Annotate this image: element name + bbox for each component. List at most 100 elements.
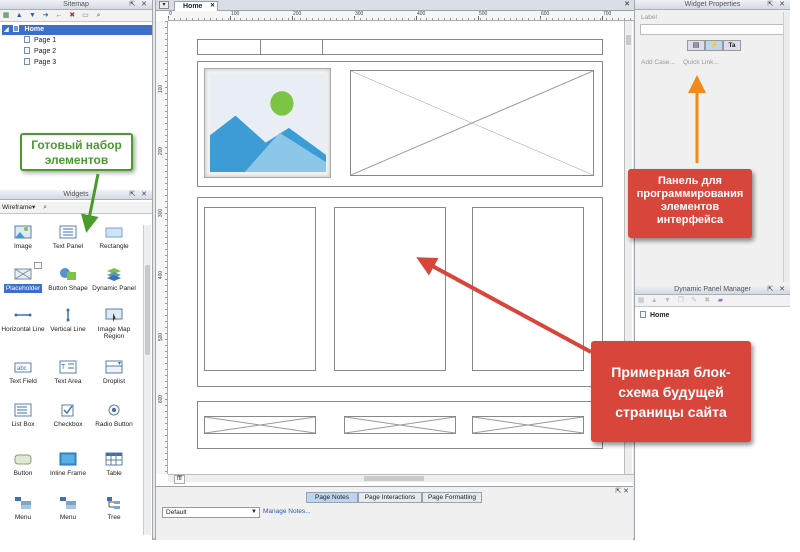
notes-dropdown[interactable]: Default ▼ [162, 507, 260, 518]
widget-menu[interactable]: Menu [45, 496, 91, 521]
vertical-line-icon [66, 308, 70, 322]
tab-menu-icon[interactable]: ▾ [159, 1, 169, 9]
table-icon [105, 452, 123, 466]
ruler-left: 100 200 300 400 500 600 [156, 21, 168, 474]
interactions-icon[interactable]: ▤ [687, 40, 705, 51]
label-input[interactable] [640, 24, 788, 35]
add-case-link[interactable]: Add Case... [641, 59, 675, 66]
widget-placeholder[interactable]: Placeholder [0, 267, 46, 293]
widget-rectangle[interactable]: Rectangle [91, 225, 137, 250]
scroll-label[interactable]: fff [174, 475, 185, 484]
widget-dynamic-panel[interactable]: Dynamic Panel [91, 267, 137, 292]
widget-library-dropdown[interactable]: Wireframe▾ [2, 204, 35, 211]
widget-tree[interactable]: Tree [91, 496, 137, 521]
label-caption: Label [641, 14, 657, 21]
move-down-icon[interactable]: ▼ [28, 12, 36, 20]
quick-link[interactable]: Quick Link... [683, 59, 719, 66]
widgets-title: Widgets [63, 191, 89, 198]
notes-dropdown-value: Default [166, 509, 187, 516]
search-icon[interactable]: ⌕ [95, 12, 103, 20]
tab-home-label: Home [183, 3, 203, 10]
content-column-1[interactable] [204, 207, 316, 371]
widget-properties-header: Widget Properties ⇱ ✕ [635, 0, 790, 10]
widget-text-panel[interactable]: Text Panel [45, 225, 91, 250]
sitemap-item-page-1[interactable]: Page 1 [24, 36, 56, 46]
delete-icon[interactable]: ✖ [703, 297, 711, 305]
scrollbar-thumb[interactable] [626, 35, 631, 45]
panel-controls-icon[interactable]: ⇱ ✕ [767, 285, 787, 295]
content-column-3[interactable] [472, 207, 584, 371]
image-placeholder[interactable] [204, 68, 331, 178]
panel-controls-icon[interactable]: ⇱ ✕ [129, 190, 149, 200]
sitemap-item-home[interactable]: ◢ Home [2, 25, 152, 35]
dynamic-panel-manager-header: Dynamic Panel Manager ⇱ ✕ [635, 285, 790, 295]
collapse-icon[interactable]: ◢ [4, 27, 9, 33]
widget-label: Image [13, 243, 33, 250]
move-up-icon[interactable]: ▲ [650, 297, 658, 305]
widgets-scrollbar[interactable] [143, 225, 151, 535]
widget-text-area[interactable]: T Text Area [45, 360, 91, 385]
tab-home[interactable]: Home ✕ [174, 1, 218, 11]
widget-radio-button[interactable]: Radio Button [91, 403, 137, 428]
close-icon[interactable]: ✕ [624, 0, 630, 8]
widget-label: Dynamic Panel [92, 285, 136, 292]
scrollbar-thumb[interactable] [364, 476, 424, 481]
export-icon[interactable]: ▭ [81, 12, 89, 20]
move-up-icon[interactable]: ▲ [15, 12, 23, 20]
widget-table[interactable]: Table [91, 452, 137, 477]
format-icon[interactable]: Ta [723, 40, 741, 51]
widget-list-box[interactable]: List Box [0, 403, 46, 428]
annotation-wireframe: Примерная блок-схема будущей страницы са… [591, 341, 751, 442]
widget-text-field[interactable]: abc Text Field [0, 360, 46, 385]
add-state-icon[interactable]: ▦ [637, 297, 645, 305]
properties-scrollbar[interactable] [783, 12, 789, 282]
widget-horizontal-line[interactable]: Horizontal Line [0, 308, 46, 333]
panel-controls-icon[interactable]: ⇱ ✕ [615, 487, 629, 495]
panel-controls-icon[interactable]: ⇱ ✕ [129, 0, 149, 10]
tree-icon [107, 497, 120, 509]
widget-image-map-region[interactable]: Image Map Region [91, 308, 137, 340]
manage-notes-link[interactable]: Manage Notes... [263, 508, 311, 515]
footer-placeholder-3[interactable] [472, 416, 584, 434]
canvas-horizontal-scrollbar[interactable]: fff [168, 474, 634, 484]
sitemap-item-page-2[interactable]: Page 2 [24, 47, 56, 57]
delete-page-icon[interactable]: ✖ [68, 12, 76, 20]
ruler-tick-label: 600 [541, 11, 550, 17]
widget-button-shape[interactable]: Button Shape [45, 267, 91, 292]
edit-icon[interactable]: ✎ [690, 297, 698, 305]
header-bar[interactable] [197, 39, 603, 55]
scrollbar-thumb[interactable] [145, 265, 150, 355]
widget-menu[interactable]: Menu [0, 496, 46, 521]
footer-placeholder-2[interactable] [344, 416, 456, 434]
close-icon[interactable]: ✕ [210, 2, 215, 11]
widget-droplist[interactable]: Droplist [91, 360, 137, 385]
widget-label: Checkbox [53, 421, 83, 428]
svg-text:abc: abc [17, 366, 27, 372]
outdent-icon[interactable]: ← [55, 12, 63, 20]
move-down-icon[interactable]: ▼ [663, 297, 671, 305]
content-column-2[interactable] [334, 207, 446, 371]
add-page-icon[interactable]: ▦ [2, 12, 10, 20]
dpm-toolbar: ▦ ▲ ▼ ❐ ✎ ✖ ▰ [635, 295, 790, 307]
button-icon [14, 454, 32, 465]
widget-inline-frame[interactable]: Inline Frame [45, 452, 91, 477]
widget-image[interactable]: Image [0, 225, 46, 250]
widget-button[interactable]: Button [0, 452, 46, 477]
banner-placeholder[interactable] [350, 70, 594, 176]
widget-vertical-line[interactable]: Vertical Line [45, 308, 91, 333]
footer-placeholder-1[interactable] [204, 416, 316, 434]
panel-controls-icon[interactable]: ⇱ ✕ [767, 0, 787, 10]
tab-page-interactions[interactable]: Page Interactions [358, 492, 422, 503]
tab-page-formatting[interactable]: Page Formatting [422, 492, 482, 503]
search-icon[interactable]: ⌕ [41, 204, 49, 212]
sitemap-item-page-3[interactable]: Page 3 [24, 58, 56, 68]
duplicate-icon[interactable]: ❐ [677, 297, 685, 305]
dpm-item-home[interactable]: Home [640, 311, 669, 321]
filter-icon[interactable]: ▰ [716, 297, 724, 305]
dynamic-panel-icon [107, 268, 121, 281]
lightning-icon[interactable]: ⚡ [705, 40, 723, 51]
widget-checkbox[interactable]: Checkbox [45, 403, 91, 428]
menu-icon [60, 497, 76, 509]
tab-page-notes[interactable]: Page Notes [306, 492, 358, 503]
indent-icon[interactable]: ➜ [42, 12, 50, 20]
